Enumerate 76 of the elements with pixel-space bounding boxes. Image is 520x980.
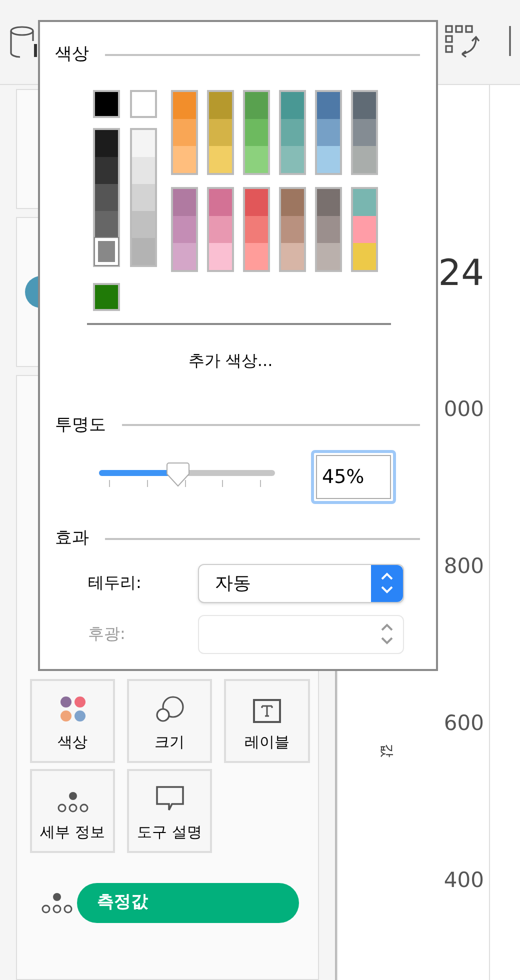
color-swatch[interactable] [93,282,120,310]
color-swatch[interactable] [209,118,232,146]
color-swatch[interactable] [93,90,120,118]
mark-button[interactable]: 도구 설명 [127,769,212,853]
mark-button[interactable]: 세부 정보 [30,769,115,853]
color-swatch[interactable] [281,146,304,172]
axis-tick-label: 800 [444,553,484,580]
color-swatch[interactable] [245,118,268,146]
field-label: 테두리: [88,572,142,594]
detail-icon [41,892,73,914]
color-swatch[interactable] [209,242,232,270]
mark-button[interactable]: 크기 [127,679,212,763]
color-swatch[interactable] [132,184,155,210]
swap-icon[interactable] [444,24,480,60]
detail-icon [56,790,88,812]
color-swatch[interactable] [173,118,196,146]
color-swatch[interactable] [317,216,340,242]
color-swatch[interactable] [132,156,155,184]
axis-tick-label: 400 [444,867,484,894]
slider-thumb[interactable] [166,462,190,488]
color-swatch[interactable] [132,130,155,156]
color-swatch[interactable] [317,118,340,146]
mark-button[interactable]: 레이블 [224,679,310,763]
color-swatch[interactable] [353,92,376,118]
color-swatch[interactable] [281,242,304,270]
color-swatch[interactable] [353,188,376,216]
color-swatch[interactable] [173,242,196,270]
text-icon [253,698,281,722]
color-swatch[interactable] [95,184,118,210]
chart-title: 24 [438,252,484,296]
axis-tick-label: 000 [444,396,484,423]
opacity-field[interactable]: 45% [311,450,396,504]
color-swatch[interactable] [95,210,118,238]
field-label: 후광: [88,623,126,645]
speech-bubble-icon [154,784,184,812]
color-swatch[interactable] [173,188,196,216]
color-swatch[interactable] [281,118,304,146]
color-swatch[interactable] [353,216,376,242]
section-heading: 색상 [55,43,89,66]
color-swatch[interactable] [130,90,157,118]
stepper-icon [379,570,395,596]
axis-title: 값 [378,743,396,757]
color-swatch[interactable] [173,92,196,118]
color-swatch[interactable] [353,146,376,172]
color-swatch[interactable] [245,188,268,216]
color-swatch[interactable] [317,92,340,118]
dropdown[interactable]: 자동 [198,564,404,602]
circles-icon [154,694,184,722]
color-swatch[interactable] [281,216,304,242]
color-swatch[interactable] [173,146,196,172]
color-swatch[interactable] [209,216,232,242]
dots-icon [58,694,86,722]
color-swatch[interactable] [95,156,118,184]
color-swatch[interactable] [281,188,304,216]
color-swatch[interactable] [317,146,340,172]
color-swatch[interactable] [281,92,304,118]
more-colors-link[interactable]: 추가 색상... [188,348,273,372]
color-swatch[interactable] [353,118,376,146]
color-swatch[interactable] [353,242,376,270]
section-heading: 효과 [55,527,89,550]
section-heading: 투명도 [55,414,106,436]
color-swatch[interactable] [317,242,340,270]
color-swatch[interactable] [95,130,118,156]
color-swatch[interactable] [173,216,196,242]
color-swatch[interactable] [209,188,232,216]
color-swatch[interactable] [132,210,155,238]
color-swatch[interactable] [245,216,268,242]
axis-tick-label: 600 [444,710,484,737]
color-swatch[interactable] [245,92,268,118]
color-swatch[interactable] [209,146,232,172]
color-swatch[interactable] [317,188,340,216]
color-swatch[interactable] [209,92,232,118]
color-swatch[interactable] [245,242,268,270]
color-swatch[interactable] [245,146,268,172]
stepper-icon [379,621,395,647]
mark-button[interactable]: 색상 [30,679,115,763]
